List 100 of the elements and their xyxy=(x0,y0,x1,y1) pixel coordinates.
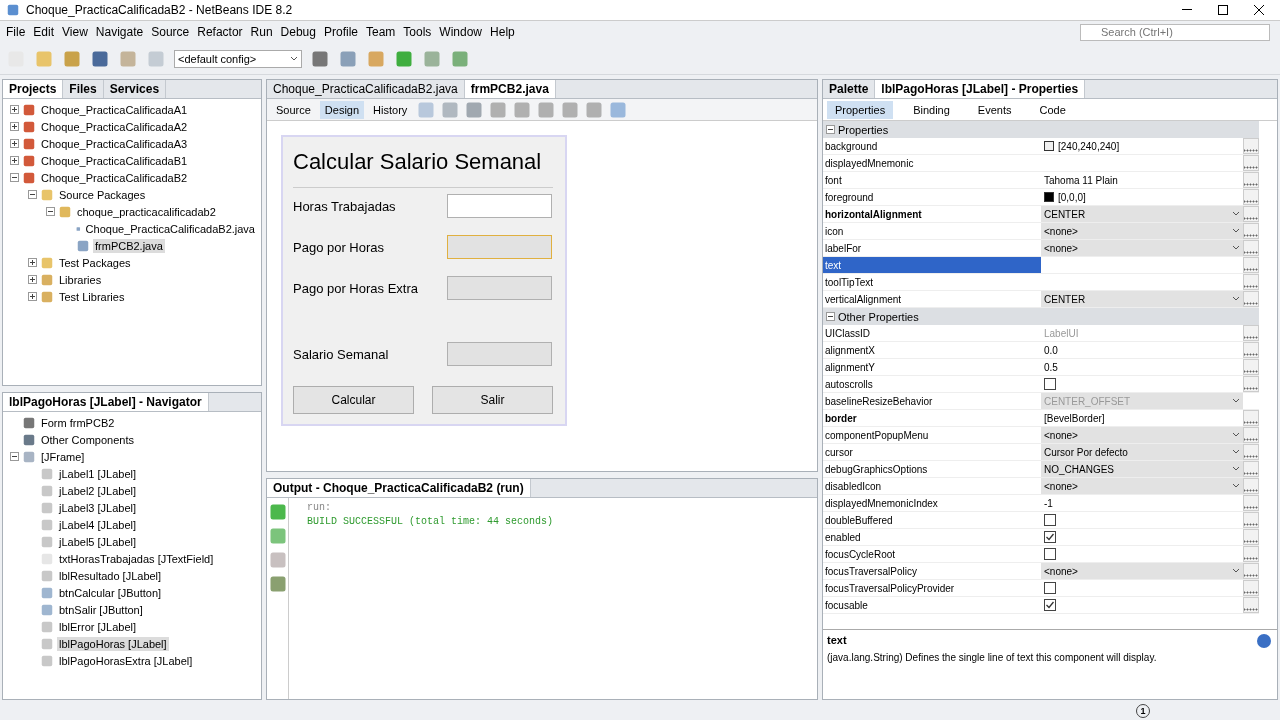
expand-icon[interactable] xyxy=(10,105,19,114)
menu-item[interactable]: Navigate xyxy=(91,23,148,41)
menu-item[interactable]: Refactor xyxy=(193,23,247,41)
checkbox[interactable] xyxy=(1044,514,1056,526)
checkbox[interactable] xyxy=(1044,531,1056,543)
tree-item[interactable]: jLabel3 [JLabel] xyxy=(57,500,139,515)
checkbox[interactable] xyxy=(1044,599,1056,611)
close-icon[interactable] xyxy=(1254,5,1264,15)
menu-item[interactable]: View xyxy=(58,23,92,41)
menu-item[interactable]: Edit xyxy=(29,23,59,41)
ellipsis-button[interactable] xyxy=(1243,342,1259,358)
ellipsis-button[interactable] xyxy=(1243,376,1259,392)
ellipsis-button[interactable] xyxy=(1243,427,1259,443)
panel-tab[interactable]: lblPagoHoras [JLabel] - Navigator xyxy=(3,393,209,411)
ellipsis-button[interactable] xyxy=(1243,478,1259,494)
tree-item[interactable]: lblPagoHoras [JLabel] xyxy=(57,636,169,651)
tree-item[interactable]: Choque_PracticaCalificadaA3 xyxy=(39,136,190,151)
properties-tab[interactable]: Properties xyxy=(827,100,894,119)
menu-item[interactable]: Tools xyxy=(399,23,436,41)
ellipsis-button[interactable] xyxy=(1243,410,1259,426)
view-tab[interactable]: Source xyxy=(271,100,316,119)
editor-tab[interactable]: frmPCB2.java xyxy=(464,80,556,98)
view-tab[interactable]: History xyxy=(368,100,413,119)
tree-item[interactable]: Source Packages xyxy=(57,187,148,202)
tree-item[interactable]: jLabel4 [JLabel] xyxy=(57,517,139,532)
form-text-field[interactable] xyxy=(447,342,552,366)
ellipsis-button[interactable] xyxy=(1243,359,1259,375)
menu-item[interactable]: Profile xyxy=(320,23,362,41)
collapse-icon[interactable] xyxy=(28,190,37,199)
output-tab[interactable]: Output - Choque_PracticaCalificadaB2 (run) xyxy=(267,479,531,497)
help-icon[interactable] xyxy=(1257,634,1271,648)
view-tab[interactable]: Design xyxy=(319,100,365,119)
property-dropdown[interactable]: Cursor Por defecto xyxy=(1041,444,1243,460)
form-text-field[interactable] xyxy=(447,194,552,218)
tree-item[interactable]: Test Packages xyxy=(57,255,133,270)
tree-item[interactable]: Choque_PracticaCalificadaA1 xyxy=(39,102,190,117)
menu-item[interactable]: Help xyxy=(486,23,519,41)
ellipsis-button[interactable] xyxy=(1243,597,1259,613)
property-dropdown[interactable]: <none> xyxy=(1041,478,1243,494)
tree-item[interactable]: jLabel1 [JLabel] xyxy=(57,466,139,481)
ellipsis-button[interactable] xyxy=(1243,444,1259,460)
expand-icon[interactable] xyxy=(10,139,19,148)
property-dropdown[interactable]: <none> xyxy=(1041,427,1243,443)
expand-icon[interactable] xyxy=(10,122,19,131)
collapse-icon[interactable] xyxy=(10,452,19,461)
collapse-icon[interactable] xyxy=(46,207,55,216)
ellipsis-button[interactable] xyxy=(1243,495,1259,511)
ellipsis-button[interactable] xyxy=(1243,172,1259,188)
tree-item[interactable]: Test Libraries xyxy=(57,289,127,304)
panel-tab[interactable]: lblPagoHoras [JLabel] - Properties xyxy=(875,80,1086,98)
ellipsis-button[interactable] xyxy=(1243,189,1259,205)
ellipsis-button[interactable] xyxy=(1243,274,1259,290)
property-dropdown[interactable]: NO_CHANGES xyxy=(1041,461,1243,477)
tree-item[interactable]: Form frmPCB2 xyxy=(39,415,117,430)
tree-item[interactable]: lblPagoHorasExtra [JLabel] xyxy=(57,653,195,668)
collapse-icon[interactable] xyxy=(826,312,835,321)
tree-item[interactable]: frmPCB2.java xyxy=(93,238,165,253)
tree-item[interactable]: choque_practicacalificadab2 xyxy=(75,204,218,219)
properties-tab[interactable]: Code xyxy=(1031,100,1074,119)
menu-item[interactable]: Window xyxy=(435,23,487,41)
tree-item[interactable]: lblResultado [JLabel] xyxy=(57,568,164,583)
property-dropdown[interactable]: <none> xyxy=(1041,240,1243,256)
menu-item[interactable]: Team xyxy=(362,23,400,41)
collapse-icon[interactable] xyxy=(826,125,835,134)
ellipsis-button[interactable] xyxy=(1243,155,1259,171)
tree-item[interactable]: [JFrame] xyxy=(39,449,87,464)
tree-item[interactable]: jLabel2 [JLabel] xyxy=(57,483,139,498)
tree-item[interactable]: Choque_PracticaCalificadaB1 xyxy=(39,153,190,168)
checkbox[interactable] xyxy=(1044,548,1056,560)
ellipsis-button[interactable] xyxy=(1243,257,1259,273)
ellipsis-button[interactable] xyxy=(1243,138,1259,154)
panel-tab[interactable]: Projects xyxy=(3,80,64,98)
properties-tab[interactable]: Events xyxy=(969,100,1020,119)
menu-item[interactable]: Debug xyxy=(276,23,320,41)
property-dropdown[interactable]: CENTER xyxy=(1041,291,1243,307)
form-button[interactable]: Salir xyxy=(432,386,553,414)
ellipsis-button[interactable] xyxy=(1243,223,1259,239)
minimize-icon[interactable] xyxy=(1182,9,1192,11)
property-dropdown[interactable]: <none> xyxy=(1041,223,1243,239)
form-text-field[interactable] xyxy=(447,235,552,259)
ellipsis-button[interactable] xyxy=(1243,580,1259,596)
property-dropdown[interactable]: CENTER xyxy=(1041,206,1243,222)
tree-item[interactable]: Choque_PracticaCalificadaB2.java xyxy=(83,221,257,236)
expand-icon[interactable] xyxy=(10,156,19,165)
expand-icon[interactable] xyxy=(28,258,37,267)
expand-icon[interactable] xyxy=(28,275,37,284)
tree-item[interactable]: lblError [JLabel] xyxy=(57,619,139,634)
menu-item[interactable]: Run xyxy=(246,23,277,41)
form-button[interactable]: Calcular xyxy=(293,386,414,414)
search-field[interactable]: Search (Ctrl+I) xyxy=(1080,23,1270,41)
checkbox[interactable] xyxy=(1044,378,1056,390)
ellipsis-button[interactable] xyxy=(1243,529,1259,545)
ellipsis-button[interactable] xyxy=(1243,240,1259,256)
ellipsis-button[interactable] xyxy=(1243,291,1259,307)
tree-item[interactable]: btnCalcular [JButton] xyxy=(57,585,164,600)
menu-item[interactable]: Source xyxy=(147,23,194,41)
config-dropdown[interactable]: <default config> xyxy=(174,49,302,68)
form-text-field[interactable] xyxy=(447,276,552,300)
tree-item[interactable]: Choque_PracticaCalificadaB2 xyxy=(39,170,190,185)
ellipsis-button[interactable] xyxy=(1243,546,1259,562)
